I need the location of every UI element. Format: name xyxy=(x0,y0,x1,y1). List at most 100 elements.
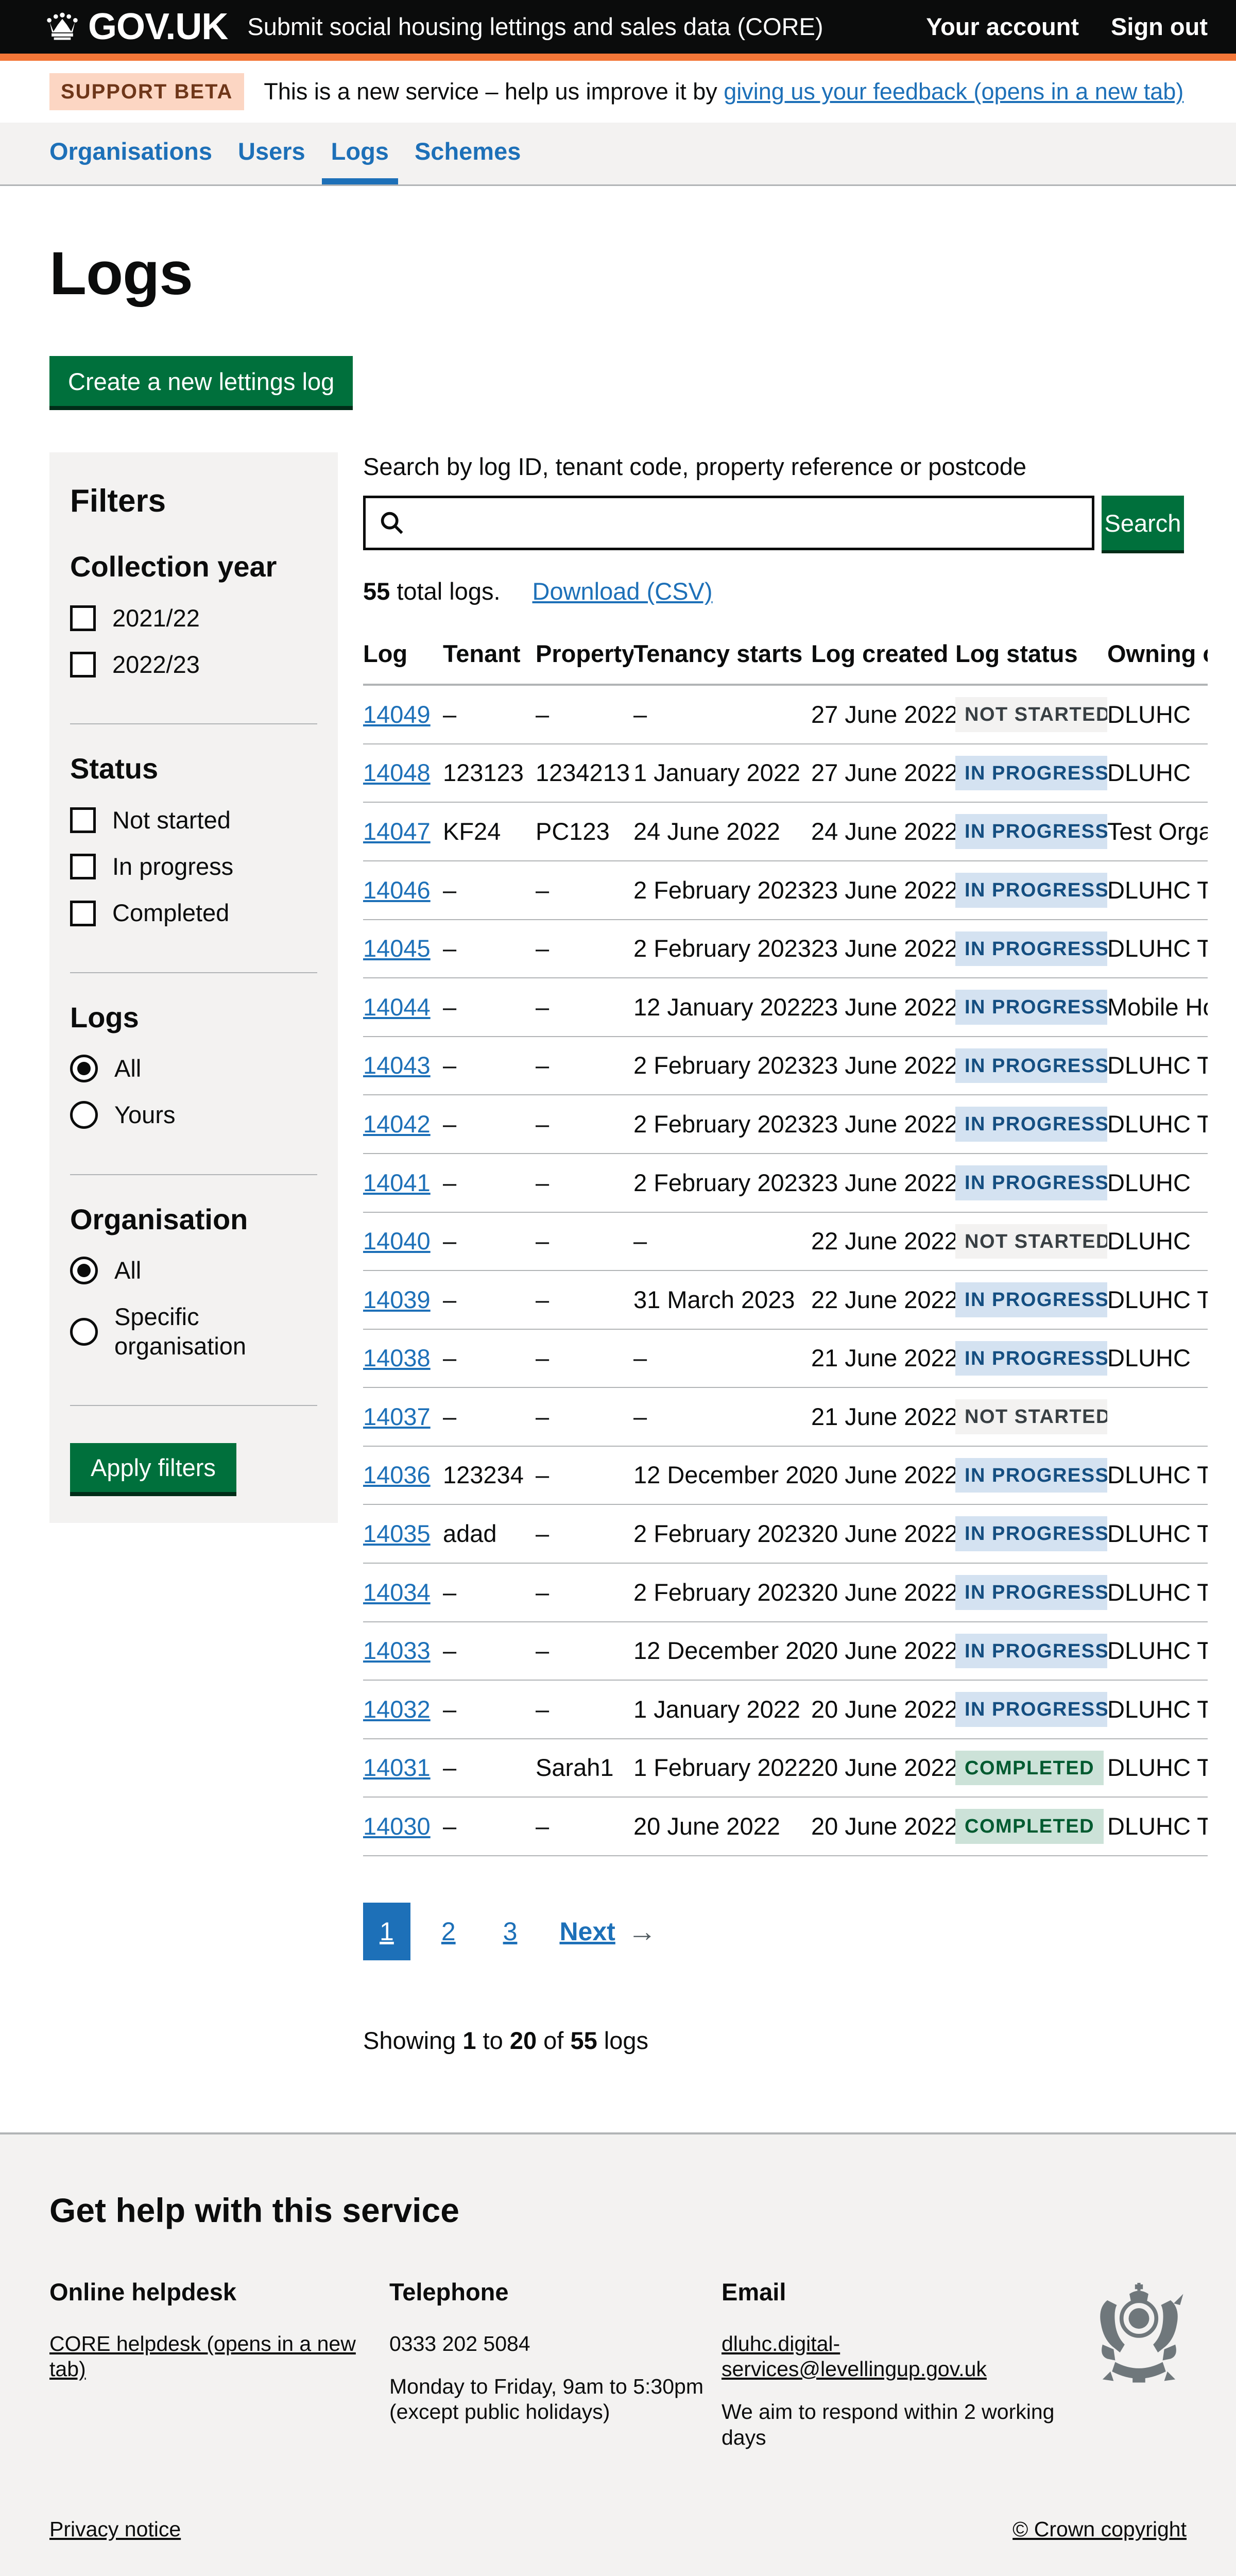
log-id-link[interactable]: 14036 xyxy=(363,1461,431,1488)
results-section: Search by log ID, tenant code, property … xyxy=(363,452,1208,2132)
log-id-link[interactable]: 14049 xyxy=(363,701,431,728)
sign-out-link[interactable]: Sign out xyxy=(1111,12,1208,41)
radio-logs-yours[interactable]: Yours xyxy=(70,1100,317,1129)
core-helpdesk-link[interactable]: CORE helpdesk (opens in a new tab) xyxy=(49,2332,356,2381)
pagination-page-3[interactable]: 3 xyxy=(487,1903,534,1960)
table-row: 14045 – – 2 February 2023 23 June 2022 I… xyxy=(363,920,1208,978)
checkbox-box-in-progress[interactable] xyxy=(70,854,96,879)
log-id-link[interactable]: 14048 xyxy=(363,759,431,786)
table-row: 14031 – Sarah1 1 February 2022 20 June 2… xyxy=(363,1739,1208,1798)
filter-organisation: Organisation All Specific organisation xyxy=(70,1202,317,1378)
pagination-page-1-current[interactable]: 1 xyxy=(363,1903,410,1960)
crown-copyright-link[interactable]: © Crown copyright xyxy=(1012,2517,1187,2542)
log-id-link[interactable]: 14044 xyxy=(363,993,431,1021)
property-cell: – xyxy=(536,1797,633,1856)
status-badge: IN PROGRESS xyxy=(955,1458,1107,1493)
checkbox-in-progress[interactable]: In progress xyxy=(70,852,317,881)
log-created-cell: 22 June 2022 xyxy=(811,1270,955,1329)
your-account-link[interactable]: Your account xyxy=(926,12,1079,41)
filter-divider xyxy=(70,723,317,724)
log-id-link[interactable]: 14046 xyxy=(363,876,431,904)
checkbox-box-2022-23[interactable] xyxy=(70,652,96,677)
search-button[interactable]: Search xyxy=(1102,496,1184,550)
checkbox-box-completed[interactable] xyxy=(70,901,96,926)
radio-button-logs-all[interactable] xyxy=(70,1055,98,1082)
status-badge: IN PROGRESS xyxy=(955,1048,1107,1083)
primary-navigation: Organisations Users Logs Schemes xyxy=(0,123,1236,186)
log-id-link[interactable]: 14037 xyxy=(363,1403,431,1430)
log-id-link[interactable]: 14043 xyxy=(363,1052,431,1079)
radio-button-logs-yours[interactable] xyxy=(70,1101,98,1129)
log-status-cell: NOT STARTED xyxy=(955,685,1107,744)
table-row: 14044 – – 12 January 2022 23 June 2022 I… xyxy=(363,978,1208,1037)
log-id-link[interactable]: 14042 xyxy=(363,1110,431,1138)
status-badge: IN PROGRESS xyxy=(955,990,1107,1025)
footer-heading: Get help with this service xyxy=(49,2190,1187,2231)
telephone-hours-line1: Monday to Friday, 9am to 5:30pm xyxy=(389,2375,703,2398)
radio-specific-organisation[interactable]: Specific organisation xyxy=(70,1302,317,1361)
log-id-link[interactable]: 14040 xyxy=(363,1227,431,1255)
pagination-page-2[interactable]: 2 xyxy=(425,1903,472,1960)
govuk-logo[interactable]: GOV.UK xyxy=(44,5,228,49)
table-row: 14043 – – 2 February 2023 23 June 2022 I… xyxy=(363,1037,1208,1095)
log-id-link[interactable]: 14039 xyxy=(363,1286,431,1313)
table-header-row: Log Tenant Property Tenancy starts Log c… xyxy=(363,627,1208,685)
main-content: Logs Create a new lettings log Filters C… xyxy=(0,238,1236,2132)
column-header-owning-organisation: Owning organisation xyxy=(1107,627,1208,685)
checkbox-box-2021-22[interactable] xyxy=(70,605,96,631)
checkbox-2022-23[interactable]: 2022/23 xyxy=(70,650,317,679)
tenancy-starts-cell: 20 June 2022 xyxy=(633,1797,811,1856)
status-legend: Status xyxy=(70,751,317,786)
download-csv-link[interactable]: Download (CSV) xyxy=(533,577,713,606)
property-cell: – xyxy=(536,1270,633,1329)
log-id-link[interactable]: 14041 xyxy=(363,1169,431,1196)
table-row: 14039 – – 31 March 2023 22 June 2022 IN … xyxy=(363,1270,1208,1329)
radio-logs-all[interactable]: All xyxy=(70,1054,317,1083)
checkbox-2021-22[interactable]: 2021/22 xyxy=(70,604,317,633)
pagination-next-link[interactable]: Next xyxy=(559,1916,615,1947)
log-id-link[interactable]: 14038 xyxy=(363,1344,431,1371)
column-header-tenancy-starts: Tenancy starts xyxy=(633,627,811,685)
service-name[interactable]: Submit social housing lettings and sales… xyxy=(247,12,823,41)
log-created-cell: 22 June 2022 xyxy=(811,1212,955,1271)
owning-organisation-cell: DLUHC Test xyxy=(1107,1446,1208,1505)
tenant-cell: – xyxy=(443,685,536,744)
table-row: 14036 123234 – 12 December 2021 20 June … xyxy=(363,1446,1208,1505)
log-id-link[interactable]: 14030 xyxy=(363,1812,431,1840)
nav-item-users[interactable]: Users xyxy=(229,123,315,184)
tenant-cell: – xyxy=(443,1739,536,1798)
nav-item-logs[interactable]: Logs xyxy=(322,123,398,184)
property-cell: – xyxy=(536,1446,633,1505)
footer-helpdesk-column: Online helpdesk CORE helpdesk (opens in … xyxy=(49,2278,389,2400)
privacy-notice-link[interactable]: Privacy notice xyxy=(49,2517,181,2542)
log-id-link[interactable]: 14031 xyxy=(363,1754,431,1781)
search-input[interactable] xyxy=(363,496,1094,550)
log-created-cell: 21 June 2022 xyxy=(811,1387,955,1446)
create-lettings-log-button[interactable]: Create a new lettings log xyxy=(49,356,353,406)
log-id-link[interactable]: 14045 xyxy=(363,935,431,962)
total-logs-suffix: total logs. xyxy=(390,578,500,605)
radio-button-organisation-all[interactable] xyxy=(70,1257,98,1284)
log-id-link[interactable]: 14035 xyxy=(363,1520,431,1547)
pagination: 1 2 3 Next → xyxy=(363,1903,1208,1960)
apply-filters-button[interactable]: Apply filters xyxy=(70,1443,236,1492)
nav-item-organisations[interactable]: Organisations xyxy=(40,123,221,184)
property-cell: – xyxy=(536,861,633,920)
owning-organisation-cell xyxy=(1107,1387,1208,1446)
radio-button-specific-organisation[interactable] xyxy=(70,1318,98,1346)
log-id-link[interactable]: 14032 xyxy=(363,1696,431,1723)
log-id-link[interactable]: 14033 xyxy=(363,1637,431,1664)
nav-item-schemes[interactable]: Schemes xyxy=(405,123,530,184)
filter-divider xyxy=(70,1405,317,1406)
radio-organisation-all[interactable]: All xyxy=(70,1256,317,1285)
status-badge: COMPLETED xyxy=(955,1809,1104,1844)
checkbox-completed[interactable]: Completed xyxy=(70,899,317,927)
log-status-cell: IN PROGRESS xyxy=(955,744,1107,803)
log-id-link[interactable]: 14047 xyxy=(363,818,431,845)
tenancy-starts-cell: – xyxy=(633,1329,811,1388)
checkbox-box-not-started[interactable] xyxy=(70,807,96,833)
checkbox-not-started[interactable]: Not started xyxy=(70,806,317,835)
log-id-link[interactable]: 14034 xyxy=(363,1579,431,1606)
email-link[interactable]: dluhc.digital-services@levellingup.gov.u… xyxy=(722,2332,987,2381)
feedback-link[interactable]: giving us your feedback (opens in a new … xyxy=(724,78,1183,105)
